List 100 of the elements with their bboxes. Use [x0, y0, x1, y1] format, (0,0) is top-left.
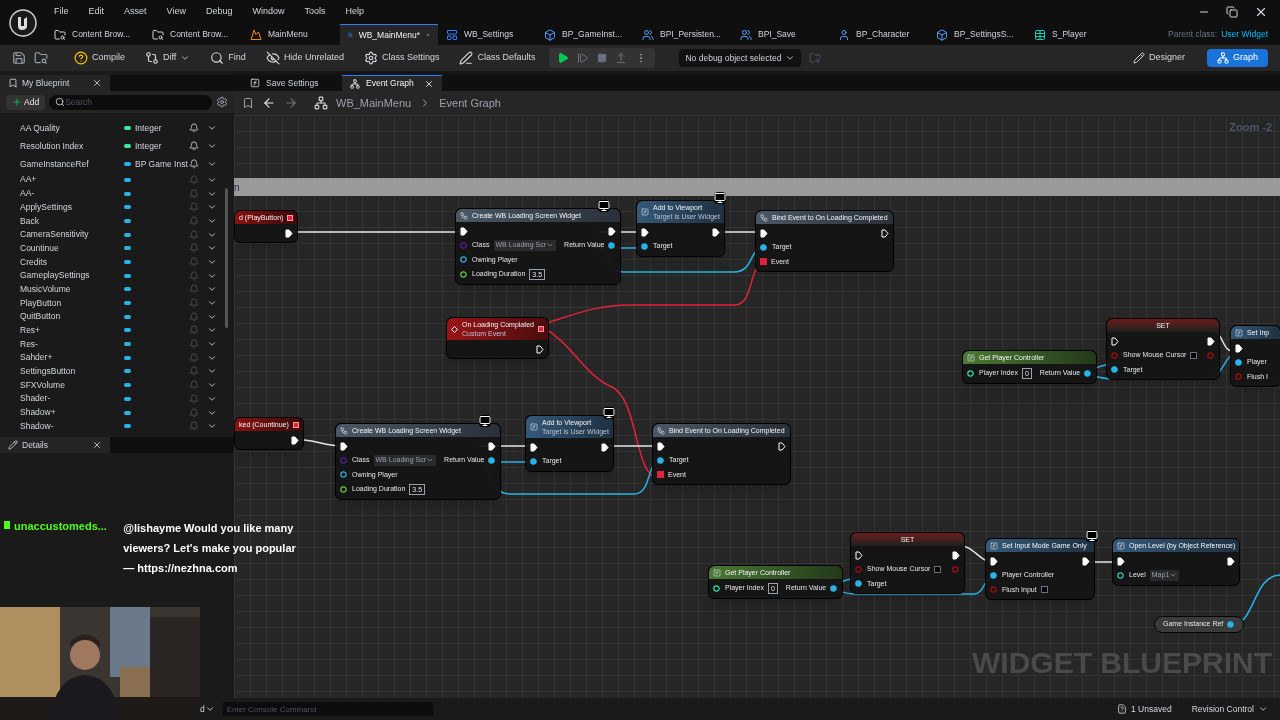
back-icon[interactable] [262, 96, 276, 110]
data-pin-icon[interactable] [1117, 571, 1125, 579]
exec-pin-icon[interactable] [608, 226, 617, 236]
step-icon[interactable] [577, 52, 590, 64]
drawer-button[interactable]: d [200, 702, 215, 716]
close-icon[interactable] [92, 78, 102, 88]
variable-row[interactable]: SFXVolume [0, 378, 234, 392]
toolbar-button[interactable]: Diff [139, 48, 197, 68]
close-icon[interactable] [424, 78, 434, 89]
menu-item[interactable]: Edit [88, 5, 105, 19]
exec-pin-icon[interactable] [1111, 336, 1119, 346]
unsaved-status[interactable]: 1 Unsaved [1117, 702, 1172, 716]
toolbar-button[interactable]: Class Settings [357, 48, 446, 68]
exec-pin-icon[interactable] [641, 227, 649, 237]
menu-item[interactable]: View [166, 5, 186, 19]
data-pin-icon[interactable] [760, 243, 768, 251]
data-pin-icon[interactable] [830, 585, 839, 592]
menu-item[interactable]: Asset [124, 5, 147, 19]
document-tab[interactable]: WB_MainMenu* [340, 24, 438, 45]
exec-pin-icon[interactable] [290, 435, 299, 445]
data-pin-icon[interactable] [340, 486, 348, 493]
variable-row[interactable]: ApplySettings [0, 200, 234, 215]
data-pin-icon[interactable] [460, 256, 468, 264]
data-pin-icon[interactable] [488, 456, 497, 464]
menu-item[interactable]: File [54, 5, 69, 19]
toolbar-button[interactable]: Compile [68, 48, 131, 68]
variable-row[interactable]: Credits [0, 255, 234, 269]
menu-item[interactable]: Tools [304, 5, 326, 19]
document-tab[interactable]: BPI_Persisten... [634, 24, 732, 45]
stop-icon[interactable] [597, 53, 608, 63]
bell-icon[interactable] [189, 123, 199, 133]
mode-button[interactable]: Graph [1207, 49, 1268, 67]
toolbar-button[interactable]: Class Defaults [453, 48, 542, 68]
data-pin-icon[interactable] [1084, 370, 1093, 377]
data-pin-icon[interactable] [990, 571, 998, 579]
variable-row[interactable]: QuitButton [0, 309, 234, 324]
toolbar-button[interactable]: Hide Unrelated [259, 48, 350, 68]
exec-pin-icon[interactable] [488, 441, 497, 451]
variable-row[interactable]: PlayButton [0, 296, 234, 310]
variable-row[interactable]: Shadow+ [0, 405, 234, 420]
data-pin-icon[interactable] [1111, 366, 1119, 374]
checkbox[interactable] [1190, 351, 1198, 359]
parent-class-link[interactable]: User Widget [1221, 28, 1268, 41]
checkbox[interactable] [1040, 586, 1048, 594]
variable-row[interactable]: AA+ [0, 173, 234, 187]
data-pin-icon[interactable] [340, 471, 348, 479]
checkbox[interactable] [934, 565, 942, 573]
exec-pin-icon[interactable] [530, 442, 538, 452]
graph-tab[interactable]: Event Graph [342, 75, 442, 91]
search-field[interactable]: Search [49, 94, 212, 110]
exec-pin-icon[interactable] [855, 550, 863, 560]
exec-pin-icon[interactable] [285, 228, 294, 238]
variable-row[interactable]: Res+ [0, 323, 234, 338]
close-icon[interactable] [92, 440, 102, 450]
menu-item[interactable]: Window [252, 5, 285, 19]
delegate-pin-icon[interactable] [760, 258, 767, 266]
variable-row[interactable]: GameplaySettings [0, 268, 234, 283]
browse-icon[interactable] [34, 51, 48, 65]
forward-icon[interactable] [284, 96, 298, 110]
variable-row[interactable]: GameInstanceRef BP Game Inst [0, 155, 234, 173]
panel-tab[interactable]: My Blueprint [0, 75, 110, 91]
document-tab[interactable]: BPI_Save [732, 24, 830, 45]
menu-item[interactable]: Debug [205, 5, 233, 19]
data-pin-icon[interactable] [460, 271, 468, 278]
exec-pin-icon[interactable] [657, 441, 665, 451]
variable-row[interactable]: CameraSensitivity [0, 227, 234, 242]
data-pin-icon[interactable] [1235, 358, 1243, 366]
bell-icon[interactable] [189, 159, 199, 169]
exec-pin-icon[interactable] [1235, 343, 1243, 353]
exec-pin-icon[interactable] [760, 228, 768, 238]
variable-row[interactable]: Back [0, 214, 234, 228]
data-pin-icon[interactable] [641, 242, 649, 250]
variable-row[interactable]: AA Quality Integer [0, 119, 234, 137]
document-tab[interactable]: Content Brow... [144, 24, 242, 45]
document-tab[interactable]: WB_Settings [438, 24, 536, 45]
menu-item[interactable]: Help [345, 5, 364, 19]
graph-tab[interactable]: Save Settings [242, 75, 342, 91]
variable-row[interactable]: AA- [0, 186, 234, 201]
document-tab[interactable]: Content Brow... [46, 24, 144, 45]
document-tab[interactable]: BP_GameInst... [536, 24, 634, 45]
exec-pin-icon[interactable] [1082, 556, 1090, 566]
document-tab[interactable]: S_Player [1026, 24, 1124, 45]
exec-pin-icon[interactable] [340, 441, 348, 451]
variable-row[interactable]: SettingsButton [0, 364, 234, 379]
data-pin-icon[interactable] [855, 580, 863, 588]
eject-icon[interactable] [615, 52, 628, 64]
variable-row[interactable]: Countinue [0, 241, 234, 256]
exec-pin-icon[interactable] [990, 556, 998, 566]
variable-row[interactable]: Sahder+ [0, 350, 234, 365]
exec-pin-icon[interactable] [1117, 556, 1125, 566]
exec-pin-icon[interactable] [881, 228, 889, 238]
console-field[interactable]: Enter Console Command [222, 702, 433, 716]
delegate-pin-icon[interactable] [657, 471, 664, 479]
exec-pin-icon[interactable] [600, 442, 609, 452]
mode-button[interactable]: Designer [1122, 49, 1195, 67]
exec-pin-icon[interactable] [1227, 556, 1236, 566]
settings-icon[interactable] [216, 96, 228, 108]
debug-dropdown[interactable]: No debug object selected [679, 49, 802, 67]
variable-row[interactable]: Resolution Index Integer [0, 137, 234, 155]
scrollbar[interactable] [225, 188, 228, 328]
